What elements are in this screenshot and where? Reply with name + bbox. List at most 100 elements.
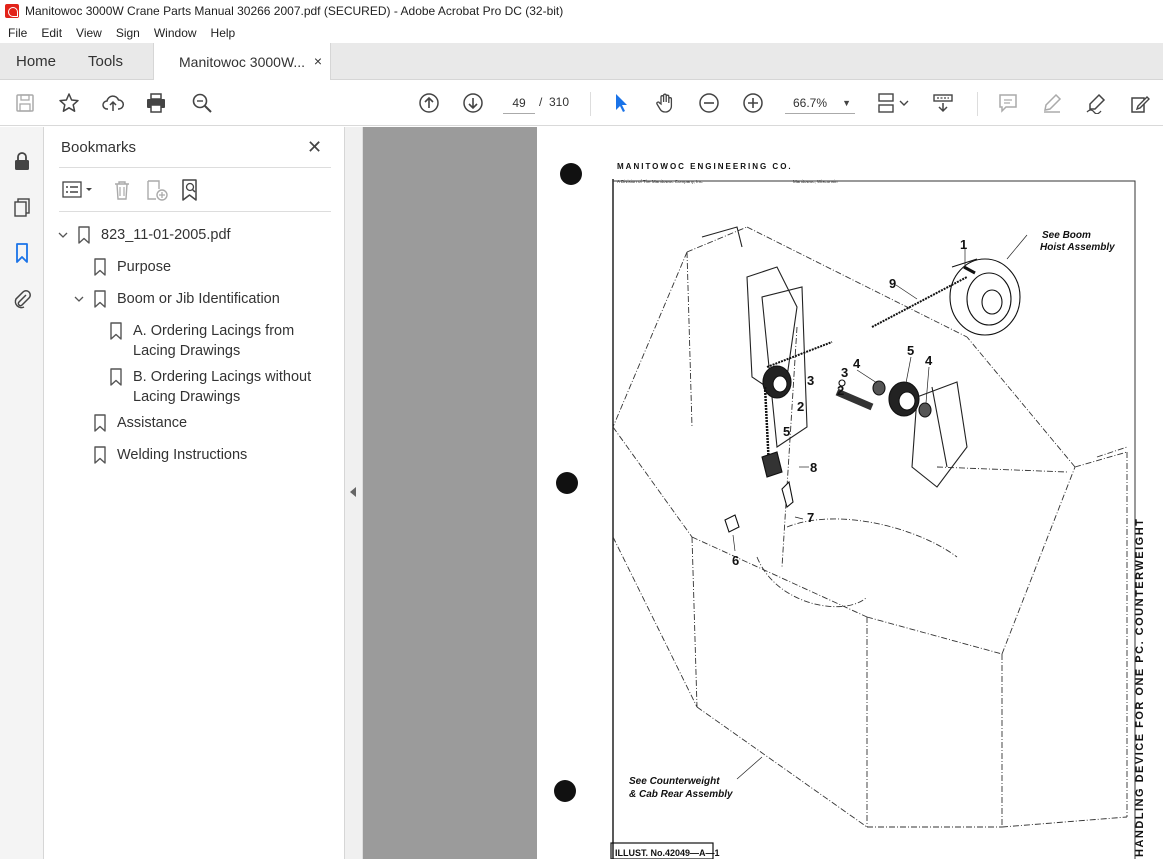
part-number: 2 — [837, 383, 844, 398]
save-icon[interactable] — [13, 91, 37, 115]
edit-tools-icon[interactable] — [1128, 91, 1152, 115]
tab-home[interactable]: Home — [16, 43, 56, 80]
window-title: Manitowoc 3000W Crane Parts Manual 30266… — [25, 4, 564, 18]
tab-close-icon[interactable]: × — [314, 53, 322, 69]
bookmark-item[interactable]: Welding Instructions — [93, 445, 247, 465]
menu-bar: File Edit View Sign Window Help — [0, 22, 1163, 43]
callout-counterweight: See Counterweight — [629, 776, 720, 787]
part-number: 8 — [810, 460, 817, 475]
page-separator: / — [539, 95, 543, 109]
bookmark-label: 823_11-01-2005.pdf — [101, 227, 231, 243]
menu-view[interactable]: View — [69, 26, 109, 40]
zoom-in-icon[interactable] — [741, 91, 765, 115]
drawing-side-title: HANDLING DEVICE FOR ONE PC. COUNTERWEIGH… — [1134, 518, 1146, 857]
illustration-number: ILLUST. No.42049—A—1 — [615, 848, 720, 858]
part-number: 7 — [807, 510, 814, 525]
callout-boom-2: Hoist Assembly — [1040, 242, 1115, 253]
callout-counterweight-2: & Cab Rear Assembly — [629, 789, 733, 800]
tab-tools[interactable]: Tools — [88, 43, 123, 80]
find-bookmark-icon[interactable] — [179, 178, 203, 202]
binder-hole — [556, 472, 578, 494]
bookmark-label: Boom or Jib Identification — [117, 291, 280, 307]
tab-document[interactable]: Manitowoc 3000W... × — [153, 43, 331, 81]
bookmark-icon — [94, 290, 106, 308]
select-cursor-icon[interactable] — [609, 91, 633, 115]
bookmark-icon — [94, 258, 106, 276]
bookmark-item[interactable]: 823_11-01-2005.pdf — [57, 225, 231, 248]
bookmark-item[interactable]: Boom or Jib Identification — [73, 289, 280, 312]
scroll-mode-icon[interactable] — [931, 91, 955, 115]
panel-collapse-handle[interactable] — [345, 127, 363, 859]
bookmark-item[interactable]: A. Ordering Lacings from Lacing Drawings — [109, 321, 319, 361]
page-total: 310 — [549, 95, 570, 109]
bookmark-icon — [78, 226, 90, 244]
doc-header: MANITOWOC ENGINEERING CO. — [617, 162, 793, 171]
delete-bookmark-icon[interactable] — [111, 179, 133, 201]
chevron-down-icon[interactable] — [73, 289, 87, 312]
lock-icon[interactable] — [10, 149, 34, 173]
bookmarks-panel-title: Bookmarks — [61, 139, 137, 156]
bookmark-item[interactable]: Assistance — [93, 413, 187, 433]
acrobat-logo-icon — [5, 4, 19, 18]
pages-thumbnail-icon[interactable] — [10, 195, 34, 219]
binder-hole — [554, 780, 576, 802]
zoom-level-value: 66.7% — [793, 96, 828, 110]
page-number-input[interactable] — [503, 92, 535, 114]
highlight-pen-icon[interactable] — [1040, 91, 1064, 115]
main-toolbar: / 310 66.7% ▼ — [0, 80, 1163, 126]
chevron-down-icon[interactable] — [57, 225, 71, 248]
tab-document-label: Manitowoc 3000W... — [179, 54, 306, 70]
part-number: 4 — [925, 353, 933, 368]
bookmark-star-icon[interactable] — [57, 91, 81, 115]
sign-pen-icon[interactable] — [1084, 91, 1108, 115]
previous-page-icon[interactable] — [417, 91, 441, 115]
part-number: 6 — [732, 553, 739, 568]
zoom-search-icon[interactable] — [190, 91, 214, 115]
navigation-rail — [0, 127, 44, 859]
part-number: 2 — [797, 399, 804, 414]
part-number: 1 — [960, 237, 967, 252]
part-number: 3 — [807, 373, 814, 388]
menu-edit[interactable]: Edit — [34, 26, 69, 40]
document-viewport[interactable]: MANITOWOC ENGINEERING CO. A Division of … — [363, 127, 1163, 859]
bookmarks-panel-icon[interactable] — [10, 241, 34, 265]
attachment-paperclip-icon[interactable] — [10, 287, 34, 311]
menu-help[interactable]: Help — [204, 26, 243, 40]
part-number: 5 — [783, 424, 790, 439]
bookmark-label: A. Ordering Lacings from Lacing Drawings — [133, 323, 295, 359]
cloud-upload-icon[interactable] — [101, 91, 125, 115]
part-number: 4 — [853, 356, 861, 371]
bookmark-label: Purpose — [117, 259, 172, 275]
fit-page-icon[interactable] — [876, 91, 912, 115]
bookmark-item[interactable]: Purpose — [93, 257, 171, 277]
close-icon[interactable]: ✕ — [307, 137, 322, 158]
menu-sign[interactable]: Sign — [109, 26, 147, 40]
bookmarks-panel: Bookmarks ✕ 823_11-01-2005.pdf Purpose B… — [45, 127, 345, 859]
zoom-level-select[interactable]: 66.7% ▼ — [785, 92, 855, 114]
collapse-arrow-icon — [350, 487, 356, 497]
bookmark-icon — [94, 414, 106, 432]
bookmark-options-icon[interactable] — [61, 179, 97, 201]
print-icon[interactable] — [144, 91, 168, 115]
comment-icon[interactable] — [996, 91, 1020, 115]
toolbar-divider — [977, 92, 978, 116]
new-bookmark-icon[interactable] — [145, 179, 169, 201]
part-number: 3 — [841, 365, 848, 380]
bookmark-icon — [110, 322, 122, 340]
menu-window[interactable]: Window — [147, 26, 204, 40]
menu-file[interactable]: File — [0, 26, 34, 40]
bookmark-label: Assistance — [117, 415, 188, 431]
binder-hole — [560, 163, 582, 185]
next-page-icon[interactable] — [461, 91, 485, 115]
toolbar-divider — [590, 92, 591, 116]
panel-divider — [59, 167, 331, 168]
bookmark-item[interactable]: B. Ordering Lacings without Lacing Drawi… — [109, 367, 329, 407]
zoom-out-icon[interactable] — [697, 91, 721, 115]
part-number: 5 — [907, 343, 914, 358]
chevron-down-icon: ▼ — [842, 98, 851, 108]
panel-divider — [59, 211, 331, 212]
bookmark-icon — [110, 368, 122, 386]
parts-illustration: MANITOWOC ENGINEERING CO. A Division of … — [554, 162, 1146, 859]
bookmark-icon — [94, 446, 106, 464]
hand-tool-icon[interactable] — [653, 91, 677, 115]
